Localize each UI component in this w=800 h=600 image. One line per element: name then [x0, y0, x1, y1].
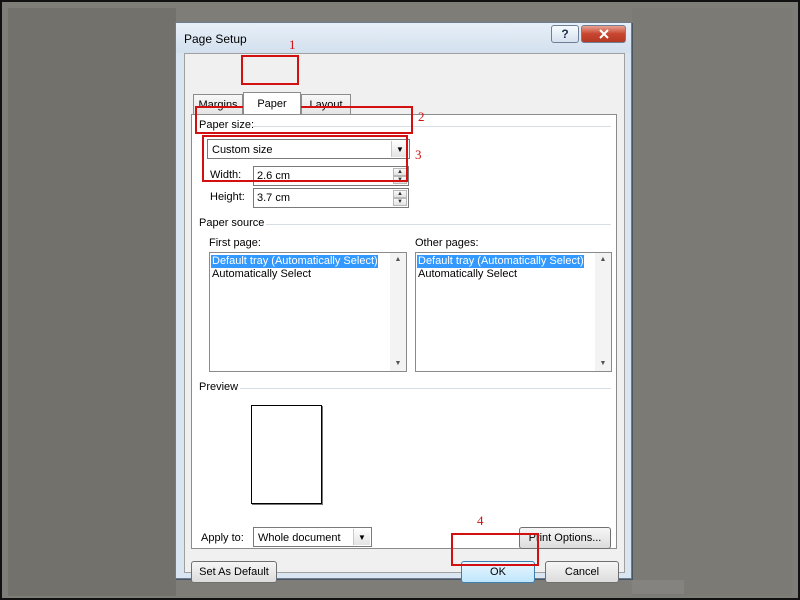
- height-down-arrow-icon[interactable]: ▼: [393, 198, 407, 206]
- cancel-button[interactable]: Cancel: [545, 561, 619, 583]
- set-as-default-button[interactable]: Set As Default: [191, 561, 277, 583]
- print-options-button[interactable]: Print Options...: [519, 527, 611, 549]
- close-icon: [598, 29, 609, 39]
- dialog-title: Page Setup: [184, 32, 247, 46]
- preview-divider: [240, 388, 611, 389]
- annotation-number-4: 4: [477, 513, 484, 528]
- height-spinner[interactable]: 3.7 cm ▲ ▼: [253, 188, 409, 208]
- preview-page: [251, 405, 322, 504]
- height-value: 3.7 cm: [257, 192, 291, 204]
- other-pages-scrollbar[interactable]: ▲ ▼: [595, 253, 611, 371]
- scroll-up-icon[interactable]: ▲: [595, 253, 611, 267]
- annotation-number-1: 1: [289, 37, 296, 52]
- background-right: [632, 8, 792, 596]
- scroll-down-icon[interactable]: ▼: [595, 357, 611, 371]
- other-pages-label: Other pages:: [415, 237, 479, 249]
- first-page-label: First page:: [209, 237, 261, 249]
- paper-size-dropdown[interactable]: Custom size ▼: [207, 139, 410, 159]
- ok-button[interactable]: OK: [461, 561, 535, 583]
- cancel-label: Cancel: [564, 566, 600, 578]
- width-label: Width:: [210, 169, 242, 181]
- annotation-number-2: 2: [418, 109, 425, 124]
- list-item[interactable]: Automatically Select: [417, 268, 517, 281]
- preview-label: Preview: [199, 381, 239, 393]
- paper-source-label: Paper source: [199, 217, 265, 229]
- apply-to-dropdown[interactable]: Whole document ▼: [253, 527, 372, 547]
- paper-size-value: Custom size: [212, 144, 273, 156]
- list-item[interactable]: Default tray (Automatically Select): [417, 255, 584, 268]
- dropdown-arrow-icon[interactable]: ▼: [353, 529, 370, 545]
- scroll-down-icon[interactable]: ▼: [390, 357, 406, 371]
- width-up-arrow-icon[interactable]: ▲: [393, 168, 407, 176]
- ok-label: OK: [490, 566, 506, 578]
- dropdown-arrow-icon[interactable]: ▼: [391, 141, 408, 157]
- paper-size-label: Paper size:: [199, 119, 255, 131]
- annotation-number-3: 3: [415, 147, 422, 162]
- dialog-client-area: Margins Paper Layout Paper size: Custom …: [184, 53, 625, 583]
- first-page-listbox[interactable]: Default tray (Automatically Select) Auto…: [209, 252, 407, 372]
- height-up-arrow-icon[interactable]: ▲: [393, 190, 407, 198]
- paper-tab-panel: Paper size: Custom size ▼ Width: 2.6 cm …: [191, 114, 617, 549]
- title-bar: Page Setup ?: [176, 23, 631, 53]
- list-item[interactable]: Default tray (Automatically Select): [211, 255, 378, 268]
- width-value: 2.6 cm: [257, 170, 291, 182]
- paper-source-divider: [266, 224, 611, 225]
- width-spinner[interactable]: 2.6 cm ▲ ▼: [253, 166, 409, 186]
- apply-to-label: Apply to:: [201, 532, 244, 544]
- tab-paper-label: Paper: [257, 97, 287, 110]
- tab-paper[interactable]: Paper: [243, 92, 301, 114]
- list-item[interactable]: Automatically Select: [211, 268, 311, 281]
- tab-layout-label: Layout: [309, 98, 343, 111]
- page-setup-dialog: Page Setup ? Margins Paper Layout Paper …: [175, 22, 632, 583]
- print-options-label: Print Options...: [528, 532, 602, 544]
- width-down-arrow-icon[interactable]: ▼: [393, 176, 407, 184]
- set-as-default-label: Set As Default: [199, 566, 269, 578]
- scroll-up-icon[interactable]: ▲: [390, 253, 406, 267]
- paper-size-divider: [252, 126, 611, 127]
- other-pages-listbox[interactable]: Default tray (Automatically Select) Auto…: [415, 252, 612, 372]
- background-shadow: [632, 580, 684, 594]
- tab-margins[interactable]: Margins: [193, 94, 243, 114]
- help-icon: ?: [561, 27, 569, 41]
- close-button[interactable]: [581, 25, 626, 43]
- first-page-scrollbar[interactable]: ▲ ▼: [390, 253, 406, 371]
- background-left: [8, 8, 176, 596]
- tab-layout[interactable]: Layout: [301, 94, 351, 114]
- height-label: Height:: [210, 191, 245, 203]
- apply-to-value: Whole document: [258, 532, 341, 544]
- help-button[interactable]: ?: [551, 25, 579, 43]
- tab-margins-label: Margins: [198, 98, 238, 111]
